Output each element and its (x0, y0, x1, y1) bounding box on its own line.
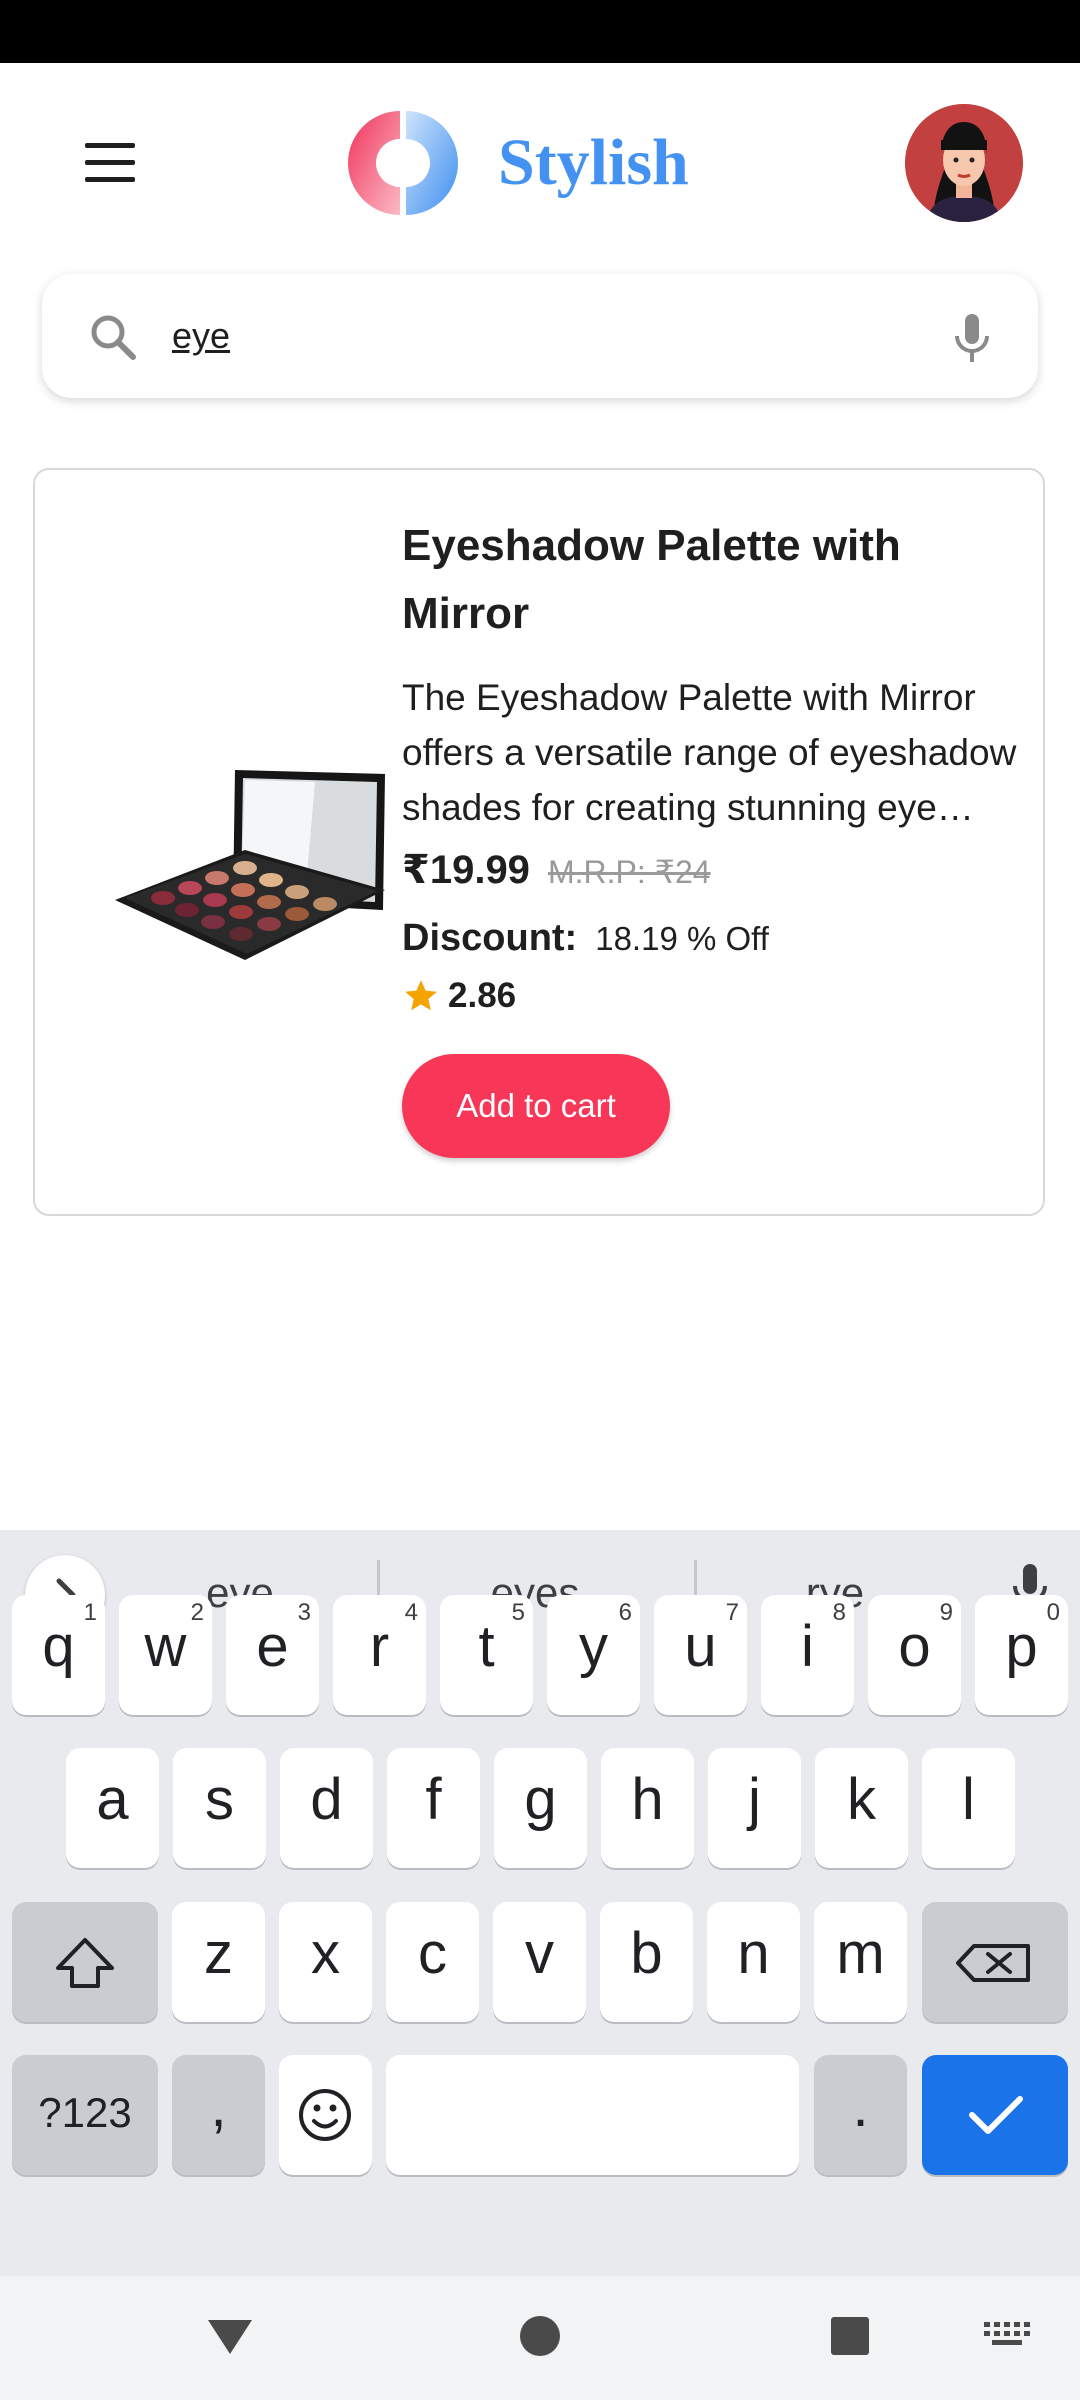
system-nav-bar (0, 2276, 1080, 2400)
key-w[interactable]: w2 (119, 1595, 212, 1715)
search-input[interactable] (172, 304, 932, 368)
symbols-key[interactable]: ?123 (12, 2055, 158, 2175)
avatar-illustration (905, 104, 1023, 222)
key-k[interactable]: k (815, 1748, 908, 1868)
rating-value: 2.86 (448, 976, 517, 1015)
backspace-key[interactable] (922, 1902, 1068, 2022)
key-b[interactable]: b (600, 1902, 693, 2022)
app-name: Stylish (498, 126, 689, 199)
discount-label: Discount: (402, 917, 578, 959)
home-icon[interactable] (510, 2306, 570, 2366)
price-row: ₹19.99 M.R.P: ₹24 (402, 847, 1022, 893)
discount-row: Discount: 18.19 % Off (402, 917, 1022, 960)
key-f[interactable]: f (387, 1748, 480, 1868)
user-avatar[interactable] (905, 104, 1023, 222)
product-title[interactable]: Eyeshadow Palette with Mirror (402, 512, 1022, 648)
discount-value: 18.19 % Off (595, 920, 769, 957)
product-description: The Eyeshadow Palette with Mirror offers… (402, 677, 1017, 828)
product-card[interactable]: Eyeshadow Palette with Mirror The Eyesha… (33, 468, 1045, 1216)
key-d[interactable]: d (280, 1748, 373, 1868)
recents-icon[interactable] (820, 2306, 880, 2366)
checkmark-icon (969, 2096, 1023, 2134)
key-n[interactable]: n (707, 1902, 800, 2022)
key-m[interactable]: m (814, 1902, 907, 2022)
microphone-icon[interactable] (942, 308, 1002, 368)
key-s[interactable]: s (173, 1748, 266, 1868)
product-price: ₹19.99 (402, 848, 530, 892)
period-key[interactable]: . (814, 2055, 907, 2175)
key-q[interactable]: q1 (12, 1595, 105, 1715)
product-mrp: M.R.P: ₹24 (547, 854, 711, 890)
key-o[interactable]: o9 (868, 1595, 961, 1715)
add-to-cart-button[interactable]: Add to cart (402, 1054, 670, 1158)
key-j[interactable]: j (708, 1748, 801, 1868)
emoji-icon (299, 2089, 351, 2141)
product-image (115, 770, 385, 960)
key-g[interactable]: g (494, 1748, 587, 1868)
key-y[interactable]: y6 (547, 1595, 640, 1715)
shift-key[interactable] (12, 1902, 158, 2022)
space-key[interactable] (386, 2055, 799, 2175)
status-bar (0, 0, 1080, 63)
key-x[interactable]: x (279, 1902, 372, 2022)
emoji-key[interactable] (279, 2055, 372, 2175)
enter-key[interactable] (922, 2055, 1068, 2175)
key-t[interactable]: t5 (440, 1595, 533, 1715)
key-z[interactable]: z (172, 1902, 265, 2022)
key-l[interactable]: l (922, 1748, 1015, 1868)
rating-row: 2.86 (402, 976, 1022, 1016)
key-a[interactable]: a (66, 1748, 159, 1868)
shift-arrow-icon (56, 1938, 114, 1988)
key-u[interactable]: u7 (654, 1595, 747, 1715)
key-i[interactable]: i8 (761, 1595, 854, 1715)
key-h[interactable]: h (601, 1748, 694, 1868)
product-details: Eyeshadow Palette with Mirror The Eyesha… (402, 512, 1022, 1158)
key-e[interactable]: e3 (226, 1595, 319, 1715)
back-icon[interactable] (200, 2306, 260, 2366)
search-bar[interactable] (42, 274, 1038, 398)
star-icon (405, 980, 437, 1011)
app-header: Stylish (0, 63, 1080, 263)
logo-mark-icon (348, 111, 458, 215)
hamburger-menu-icon[interactable] (70, 133, 150, 193)
on-screen-keyboard: eye eyes rye q1 w2 e3 r4 t5 y6 u7 i8 o9 … (0, 1530, 1080, 2276)
key-r[interactable]: r4 (333, 1595, 426, 1715)
key-v[interactable]: v (493, 1902, 586, 2022)
backspace-icon (956, 1944, 1030, 1982)
key-c[interactable]: c (386, 1902, 479, 2022)
search-icon[interactable] (86, 310, 140, 364)
app-logo: Stylish (330, 103, 689, 223)
keyboard-switch-icon[interactable] (980, 2312, 1036, 2360)
comma-key[interactable]: , (172, 2055, 265, 2175)
key-p[interactable]: p0 (975, 1595, 1068, 1715)
